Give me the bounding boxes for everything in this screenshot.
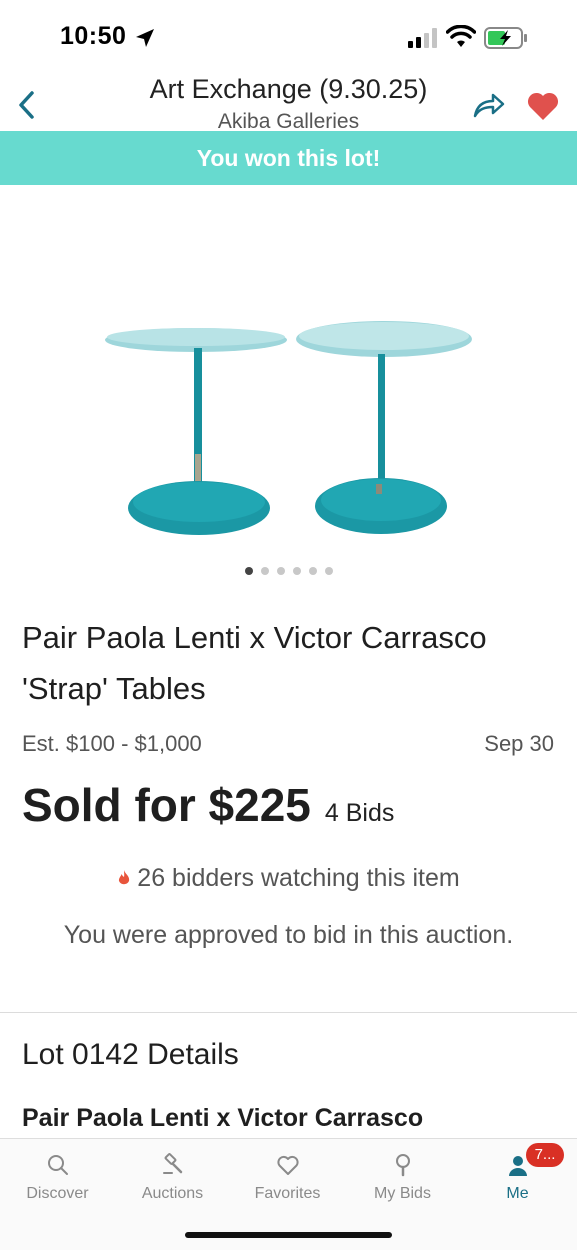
auction-date: Sep 30 <box>484 731 554 756</box>
wifi-icon <box>446 25 476 47</box>
tab-label: Favorites <box>254 1185 321 1202</box>
sold-price: Sold for $225 <box>22 779 311 831</box>
fire-icon <box>119 870 130 885</box>
battery-charging-icon <box>484 27 527 49</box>
section-divider <box>0 1012 577 1013</box>
location-arrow-icon <box>136 29 154 47</box>
auction-title[interactable]: Art Exchange (9.30.25) <box>100 74 477 105</box>
search-icon <box>48 1155 68 1175</box>
paddle-icon <box>396 1154 410 1177</box>
tab-label: My Bids <box>374 1185 431 1202</box>
sold-row: Sold for $225 4 Bids <box>22 778 394 838</box>
watchers-text: 26 bidders watching this item <box>137 864 460 892</box>
price-estimate: Est. $100 - $1,000 <box>22 731 202 756</box>
notification-badge: 7... <box>526 1143 564 1167</box>
lot-details-heading: Lot 0142 Details <box>22 1038 239 1071</box>
pagination-dot[interactable] <box>260 567 269 575</box>
approval-status: You were approved to bid in this auction… <box>63 921 514 949</box>
pagination-dot[interactable] <box>276 567 285 575</box>
tab-discover[interactable]: Discover <box>0 1139 115 1219</box>
tab-label: Me <box>506 1185 529 1202</box>
nav-header: Art Exchange (9.30.25) Akiba Galleries <box>0 70 577 132</box>
pagination-dot[interactable] <box>244 567 253 575</box>
bids-count-link[interactable]: 4 Bids <box>325 799 394 827</box>
lot-photo-tables[interactable] <box>104 196 474 554</box>
heart-outline-icon <box>277 1155 299 1175</box>
cellular-signal-icon <box>408 28 437 48</box>
lot-title: Pair Paola Lenti x Victor Carrasco 'Stra… <box>22 620 487 706</box>
won-lot-banner: You won this lot! <box>0 131 577 185</box>
tab-label: Auctions <box>141 1185 204 1202</box>
pagination-dot[interactable] <box>292 567 301 575</box>
pagination-dot[interactable] <box>308 567 317 575</box>
tab-my-bids[interactable]: My Bids <box>345 1139 460 1219</box>
share-icon[interactable] <box>472 90 506 120</box>
gavel-icon <box>163 1153 183 1174</box>
tab-auctions[interactable]: Auctions <box>115 1139 230 1219</box>
pagination-dot[interactable] <box>324 567 333 575</box>
image-pagination[interactable] <box>0 567 577 577</box>
lot-details-title: Pair Paola Lenti x Victor Carrasco <box>22 1104 424 1132</box>
status-bar: 10:50 <box>0 0 577 70</box>
status-time: 10:50 <box>60 22 127 50</box>
favorite-heart-icon[interactable] <box>526 90 560 122</box>
watchers-row: 26 bidders watching this item <box>0 864 577 893</box>
auction-house-name[interactable]: Akiba Galleries <box>100 110 477 132</box>
back-chevron-icon[interactable] <box>14 88 40 122</box>
lot-image-carousel[interactable] <box>104 196 474 554</box>
tab-me[interactable]: 7... Me <box>460 1139 575 1219</box>
home-indicator[interactable] <box>185 1232 392 1238</box>
tab-favorites[interactable]: Favorites <box>230 1139 345 1219</box>
tab-label: Discover <box>26 1185 89 1202</box>
